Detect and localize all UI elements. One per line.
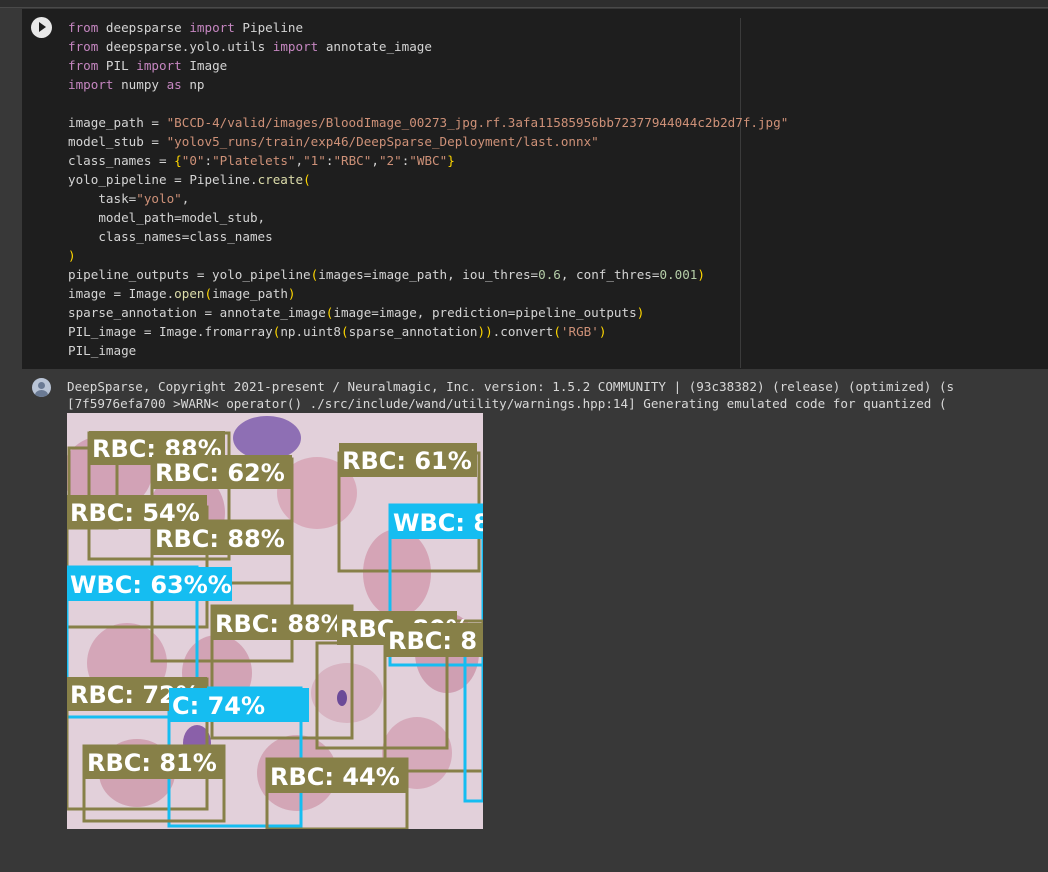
- code-line: from PIL import Image: [68, 58, 228, 73]
- label-text: WBC: 8: [393, 509, 483, 537]
- cell-output-text: DeepSparse, Copyright 2021-present / Neu…: [67, 378, 1048, 412]
- detection-label: RBC: 62%: [152, 455, 292, 489]
- code-line: import numpy as np: [68, 77, 205, 92]
- code-line: yolo_pipeline = Pipeline.create(: [68, 172, 311, 187]
- detection-label: RBC: 44%: [267, 759, 407, 793]
- code-line: image = Image.open(image_path): [68, 286, 296, 301]
- code-text[interactable]: from deepsparse import Pipeline from deep…: [68, 18, 788, 360]
- code-line: model_stub = "yolov5_runs/train/exp46/De…: [68, 134, 599, 149]
- code-line: sparse_annotation = annotate_image(image…: [68, 305, 645, 320]
- label-text: RBC: 81%: [87, 749, 217, 777]
- detection-label: RBC: 88%: [212, 606, 352, 640]
- label-text: WBC: 63%%: [70, 571, 232, 599]
- annotated-image: RBC: 88% RBC: 62% RBC: 61% RBC: 54% WBC: 8 RB…: [67, 413, 483, 829]
- code-line: class_names = {"0":"Platelets","1":"RBC"…: [68, 153, 455, 168]
- code-line: PIL_image = Image.fromarray(np.uint8(spa…: [68, 324, 607, 339]
- code-line: from deepsparse import Pipeline: [68, 20, 304, 35]
- output-line-2: [7f5976efa700 >WARN< operator() ./src/in…: [67, 396, 947, 411]
- label-text: RBC: 8: [388, 627, 477, 655]
- label-text: RBC: 61%: [342, 447, 472, 475]
- label-text: C: 74%: [172, 692, 265, 720]
- blood-smear-canvas: RBC: 88%RBC: 62% RBC: 61%RBC: 54% WBC: 8RB…: [67, 416, 483, 829]
- output-line-1: DeepSparse, Copyright 2021-present / Neu…: [67, 379, 955, 394]
- run-cell-button[interactable]: [31, 17, 52, 38]
- code-line: model_path=model_stub,: [68, 210, 266, 225]
- code-line: pipeline_outputs = yolo_pipeline(images=…: [68, 267, 705, 282]
- detection-label: RBC: 61%: [339, 443, 477, 477]
- code-line: from deepsparse.yolo.utils import annota…: [68, 39, 432, 54]
- notebook-top-bar: [0, 0, 1048, 8]
- code-line: ): [68, 248, 76, 263]
- code-line: image_path = "BCCD-4/valid/images/BloodI…: [68, 115, 789, 130]
- detection-label: RBC: 8: [385, 623, 483, 657]
- detection-label: WBC: 63%%: [67, 567, 232, 601]
- label-text: RBC: 62%: [155, 459, 285, 487]
- label-text: RBC: 88%: [155, 525, 285, 553]
- detection-label: C: 74%: [169, 688, 309, 722]
- detection-label: RBC: 81%: [84, 745, 224, 779]
- detection-label: RBC: 88%: [152, 521, 292, 555]
- detection-label: WBC: 8: [390, 505, 483, 539]
- label-text: RBC: 44%: [270, 763, 400, 791]
- code-line: PIL_image: [68, 343, 137, 358]
- code-line: task="yolo",: [68, 191, 190, 206]
- output-user-icon: [32, 378, 51, 397]
- code-line: class_names=class_names: [68, 229, 273, 244]
- cell-gutter: [0, 8, 22, 872]
- label-text: RBC: 88%: [215, 610, 345, 638]
